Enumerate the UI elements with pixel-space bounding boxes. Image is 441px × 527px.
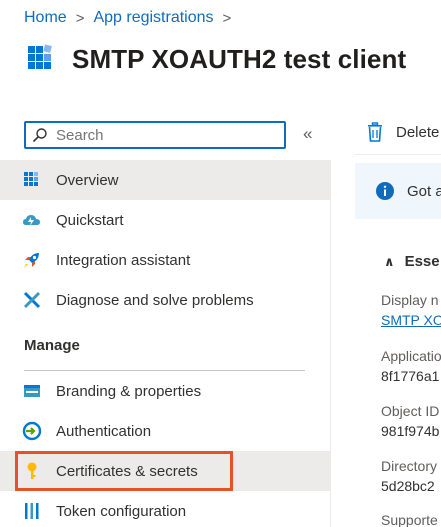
delete-label: Delete (396, 123, 440, 141)
info-banner: Got a (355, 163, 441, 219)
page-title: SMTP XOAUTH2 test client (72, 43, 407, 74)
sidebar-item-label: Quickstart (56, 211, 124, 229)
field-value: 981f974b (381, 423, 440, 439)
cloud-lightning-icon (22, 210, 42, 230)
sidebar-item-label: Token configuration (56, 502, 187, 520)
breadcrumb-separator: > (75, 9, 85, 27)
breadcrumb-app-registrations-link[interactable]: App registrations (93, 9, 213, 27)
chevron-up-icon: ∧ (384, 253, 395, 269)
info-icon (376, 182, 394, 200)
directory-id-field: Directory 5d28bc2 (381, 458, 437, 494)
search-input[interactable] (56, 126, 276, 144)
authentication-icon (22, 421, 42, 441)
sidebar-item-overview[interactable]: Overview (0, 160, 330, 200)
sidebar-item-token-configuration[interactable]: Token configuration (0, 491, 330, 527)
display-name-link[interactable]: SMTP XO (381, 312, 441, 328)
search-box[interactable] (24, 121, 286, 149)
search-icon (32, 128, 47, 143)
display-name-field: Display n SMTP XO (381, 292, 441, 328)
toolbar-divider (355, 154, 441, 155)
app-registration-icon (28, 44, 52, 69)
info-banner-text: Got a (407, 182, 441, 200)
manage-section-label: Manage (24, 336, 80, 354)
sidebar-item-certificates[interactable]: Certificates & secrets (0, 451, 330, 491)
delete-button[interactable]: Delete (366, 122, 439, 142)
branding-icon (22, 381, 42, 401)
sidebar-item-diagnose[interactable]: Diagnose and solve problems (0, 280, 330, 320)
application-id-field: Applicatio 8f1776a1 (381, 348, 441, 384)
sidebar-item-authentication[interactable]: Authentication (0, 411, 330, 451)
sidebar-item-branding[interactable]: Branding & properties (0, 371, 330, 411)
sidebar-item-label: Overview (56, 171, 119, 189)
page-header: SMTP XOAUTH2 test client (22, 42, 406, 76)
supported-accounts-field: Supporte (381, 512, 438, 527)
sidebar-item-quickstart[interactable]: Quickstart (0, 200, 330, 240)
grid-icon (22, 170, 42, 190)
field-value: 8f1776a1 (381, 368, 440, 384)
field-label: Object ID (381, 403, 440, 419)
tools-icon (22, 290, 42, 310)
essentials-header: Esse (404, 253, 440, 270)
sidebar-item-label: Branding & properties (56, 382, 202, 400)
sidebar-item-label: Certificates & secrets (56, 462, 198, 480)
breadcrumb-separator: > (222, 9, 232, 27)
sidebar-item-integration-assistant[interactable]: Integration assistant (0, 240, 330, 280)
token-bars-icon (22, 501, 42, 521)
sidebar-item-label: Authentication (56, 422, 152, 440)
breadcrumb: Home > App registrations > (24, 9, 240, 27)
field-label: Display n (381, 292, 439, 308)
essentials-toggle[interactable]: ∧ Esse (384, 253, 440, 270)
field-label: Applicatio (381, 348, 441, 364)
field-label: Supporte (381, 512, 438, 527)
field-value: 5d28bc2 (381, 478, 435, 494)
sidebar-divider (330, 160, 331, 527)
trash-icon (368, 122, 382, 142)
rocket-icon (22, 250, 42, 270)
field-label: Directory (381, 458, 438, 474)
breadcrumb-home-link[interactable]: Home (24, 9, 67, 27)
object-id-field: Object ID 981f974b (381, 403, 439, 439)
sidebar-item-label: Integration assistant (56, 251, 191, 269)
collapse-menu-button[interactable]: « (303, 124, 312, 144)
key-icon (22, 461, 42, 481)
sidebar-nav: Overview Quickstart Integration assistan… (0, 160, 330, 527)
sidebar-item-label: Diagnose and solve problems (56, 291, 254, 309)
